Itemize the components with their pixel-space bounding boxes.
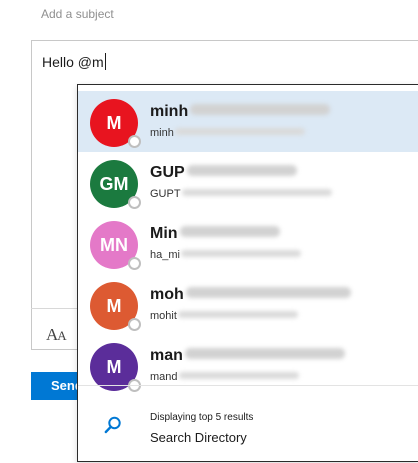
contact-email: mohit: [150, 310, 298, 322]
redacted-email: [178, 372, 299, 379]
suggestion-row-2[interactable]: GM GUP GUPT: [78, 152, 418, 213]
search-directory-label[interactable]: Search Directory: [150, 430, 247, 445]
contact-name: minh: [150, 103, 331, 121]
presence-status-icon: [128, 135, 141, 148]
redacted-name: [179, 226, 280, 237]
redacted-email: [174, 128, 305, 135]
contact-name: Min: [150, 225, 280, 243]
format-toolbar: AA: [31, 308, 79, 350]
avatar: M: [90, 343, 141, 392]
redacted-name: [186, 165, 297, 176]
presence-status-icon: [128, 196, 141, 209]
redacted-email: [181, 189, 332, 196]
contact-email: GUPT: [150, 188, 332, 200]
text-caret: [104, 53, 106, 70]
contact-name: GUP: [150, 164, 297, 182]
avatar: M: [90, 99, 141, 148]
suggestion-row-4[interactable]: M moh mohit: [78, 274, 418, 335]
avatar: M: [90, 282, 141, 331]
message-body-text: Hello @m: [42, 53, 106, 70]
suggestion-row-3[interactable]: MN Min ha_mi: [78, 213, 418, 274]
suggestion-row-1[interactable]: M minh minh: [78, 91, 418, 152]
contact-name: man: [150, 347, 345, 365]
font-size-icon[interactable]: AA: [46, 325, 67, 345]
results-info-text: Displaying top 5 results: [150, 412, 254, 423]
redacted-email: [180, 250, 301, 257]
redacted-name: [185, 287, 351, 298]
avatar: MN: [90, 221, 141, 270]
search-directory-item[interactable]: Displaying top 5 results Search Director…: [78, 386, 418, 463]
avatar: GM: [90, 160, 141, 209]
presence-status-icon: [128, 318, 141, 331]
redacted-name: [184, 348, 345, 359]
contact-email: mand: [150, 371, 299, 383]
redacted-email: [177, 311, 298, 318]
presence-status-icon: [128, 257, 141, 270]
contact-email: ha_mi: [150, 249, 301, 261]
search-icon: [104, 416, 121, 434]
contact-email: minh: [150, 127, 305, 139]
redacted-name: [190, 104, 331, 115]
subject-input[interactable]: Add a subject: [41, 7, 114, 21]
contact-name: moh: [150, 286, 351, 304]
mention-suggestions-popup: M minh minh GM GUP GUPT MN Min ha_mi M m…: [77, 84, 418, 462]
